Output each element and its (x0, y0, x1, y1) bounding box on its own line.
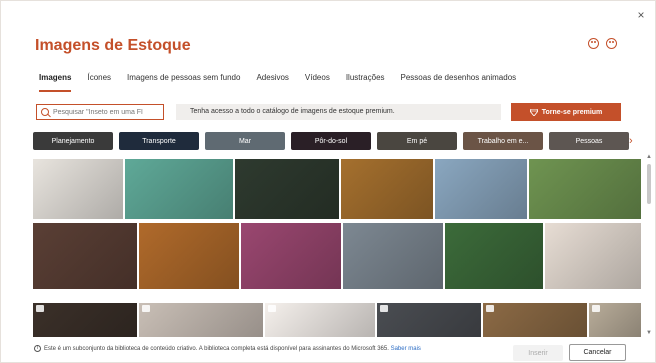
learn-more-link[interactable]: Saber mais (391, 346, 421, 352)
dialog-title: Imagens de Estoque (35, 37, 191, 54)
lipsticks-row-image[interactable] (265, 303, 375, 337)
library-info: i Este é um subconjunto da biblioteca de … (34, 345, 494, 353)
premium-diamond-icon (380, 305, 388, 312)
search-icon (41, 108, 49, 116)
feedback-smile-icon[interactable] (588, 38, 599, 49)
pink-flower-image[interactable] (445, 223, 543, 289)
feedback-frown-icon[interactable] (606, 38, 617, 49)
woman-smiling-image[interactable] (377, 303, 481, 337)
search-box[interactable] (36, 104, 164, 120)
plant-pots-image[interactable] (589, 303, 641, 337)
green-desk-stripes-image[interactable] (125, 159, 233, 219)
info-icon: i (34, 345, 41, 352)
chip-1[interactable]: Transporte (119, 132, 199, 150)
building-facade-image[interactable] (139, 223, 239, 289)
premium-promo-text: Tenha acesso a todo o catálogo de imagen… (176, 104, 501, 120)
hands-paint-colors-image[interactable] (241, 223, 341, 289)
become-premium-label: Torne-se premium (541, 108, 603, 116)
tab-4[interactable]: Vídeos (305, 73, 330, 87)
chip-5[interactable]: Trabalho em e... (463, 132, 543, 150)
tab-1[interactable]: Ícones (87, 73, 111, 87)
scroll-up-icon[interactable]: ▲ (646, 154, 652, 160)
chip-4[interactable]: Em pé (377, 132, 457, 150)
city-sunset-traffic-image[interactable] (341, 159, 433, 219)
tab-0[interactable]: Imagens (39, 73, 72, 92)
reaching-hands-image[interactable] (545, 223, 641, 289)
stock-images-dialog: × Imagens de Estoque Imagens Ícones Imagen… (0, 0, 656, 363)
waterfall-landscape-image[interactable] (529, 159, 641, 219)
chip-3[interactable]: Pôr-do-sol (291, 132, 371, 150)
eagles-mountain-image[interactable] (435, 159, 527, 219)
premium-diamond-icon (486, 305, 494, 312)
bread-baskets-image[interactable] (483, 303, 587, 337)
tab-6[interactable]: Pessoas de desenhos animados (401, 73, 517, 87)
tab-5[interactable]: Ilustrações (346, 73, 385, 87)
dark-room-laptop-image[interactable] (235, 159, 339, 219)
cancel-button[interactable]: Cancelar (569, 344, 626, 361)
premium-diamond-icon (142, 305, 150, 312)
scroll-down-icon[interactable]: ▼ (646, 330, 652, 336)
become-premium-button[interactable]: Torne-se premium (511, 103, 621, 121)
vertical-scrollbar[interactable]: ▲ ▼ (646, 154, 652, 336)
search-input[interactable] (53, 108, 163, 116)
category-tabs: Imagens Ícones Imagens de pessoas sem fund… (39, 73, 532, 92)
close-icon[interactable]: × (635, 9, 647, 21)
diamond-icon (529, 108, 538, 116)
library-info-text: Este é um subconjunto da biblioteca de c… (44, 346, 389, 353)
insert-button[interactable]: Inserir (513, 345, 563, 361)
night-lights-child-image[interactable] (33, 223, 137, 289)
suggestion-chips: Planejamento Transporte Mar Pôr-do-sol Em pé… (33, 132, 635, 150)
tab-3[interactable]: Adesivos (256, 73, 288, 87)
scrollbar-thumb[interactable] (647, 164, 651, 204)
tab-2[interactable]: Imagens de pessoas sem fundo (127, 73, 240, 87)
car-window-person-image[interactable] (343, 223, 443, 289)
premium-diamond-icon (268, 305, 276, 312)
chip-0[interactable]: Planejamento (33, 132, 113, 150)
chip-2[interactable]: Mar (205, 132, 285, 150)
bedroom-person-image[interactable] (139, 303, 263, 337)
premium-diamond-icon (36, 305, 44, 312)
sparkle-hands-image[interactable] (33, 303, 137, 337)
white-texture-image[interactable] (33, 159, 123, 219)
image-grid (33, 159, 641, 337)
chip-6[interactable]: Pessoas (549, 132, 629, 150)
chevron-right-icon[interactable]: › (629, 135, 633, 147)
premium-diamond-icon (592, 305, 600, 312)
